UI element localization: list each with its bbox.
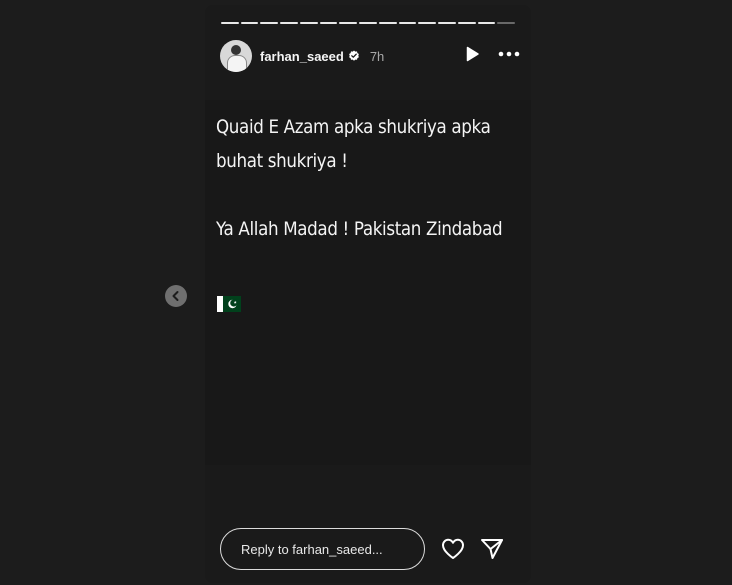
username[interactable]: farhan_saeed <box>260 49 344 64</box>
story-header: farhan_saeed 7h <box>220 38 520 74</box>
progress-segment <box>497 22 516 24</box>
chevron-left-icon <box>172 291 179 301</box>
progress-segment <box>398 22 417 24</box>
progress-segment <box>339 22 358 24</box>
progress-segment <box>280 22 298 24</box>
paper-plane-icon <box>481 539 503 559</box>
pakistan-flag-icon <box>217 296 241 312</box>
caption-line <box>216 178 491 212</box>
post-time: 7h <box>369 48 385 64</box>
share-button[interactable] <box>480 538 504 560</box>
play-button[interactable] <box>464 46 480 62</box>
story-caption: Quaid E Azam apka shukriya apka buhat sh… <box>216 110 503 246</box>
caption-line: buhat shukriya ! <box>216 150 348 172</box>
avatar[interactable] <box>220 40 252 72</box>
progress-segment <box>378 22 397 24</box>
progress-segment <box>240 22 259 24</box>
caption-line: Quaid E Azam apka shukriya apka <box>216 116 491 138</box>
more-options-icon <box>498 51 520 57</box>
more-options-button[interactable] <box>498 51 520 57</box>
story-viewer: farhan_saeed 7h Quaid E Azam apka shukri… <box>205 5 531 583</box>
caption-line: Ya Allah Madad ! Pakistan Zindabad <box>216 218 503 240</box>
reply-bar <box>220 527 520 571</box>
progress-segment <box>359 22 377 24</box>
progress-segment <box>221 22 239 24</box>
progress-segment <box>260 22 279 24</box>
play-icon <box>466 46 479 62</box>
progress-segment <box>418 22 437 24</box>
progress-segment <box>299 22 318 24</box>
progress-segment <box>319 22 338 24</box>
story-content[interactable]: Quaid E Azam apka shukriya apka buhat sh… <box>205 100 531 465</box>
heart-icon <box>442 538 464 559</box>
previous-story-button[interactable] <box>165 285 187 307</box>
reply-input[interactable] <box>220 528 425 570</box>
story-progress-bar <box>221 22 516 24</box>
like-button[interactable] <box>441 538 465 560</box>
progress-segment <box>477 22 496 24</box>
verified-badge-icon <box>348 50 359 61</box>
progress-segment <box>438 22 456 24</box>
progress-segment <box>457 22 476 24</box>
